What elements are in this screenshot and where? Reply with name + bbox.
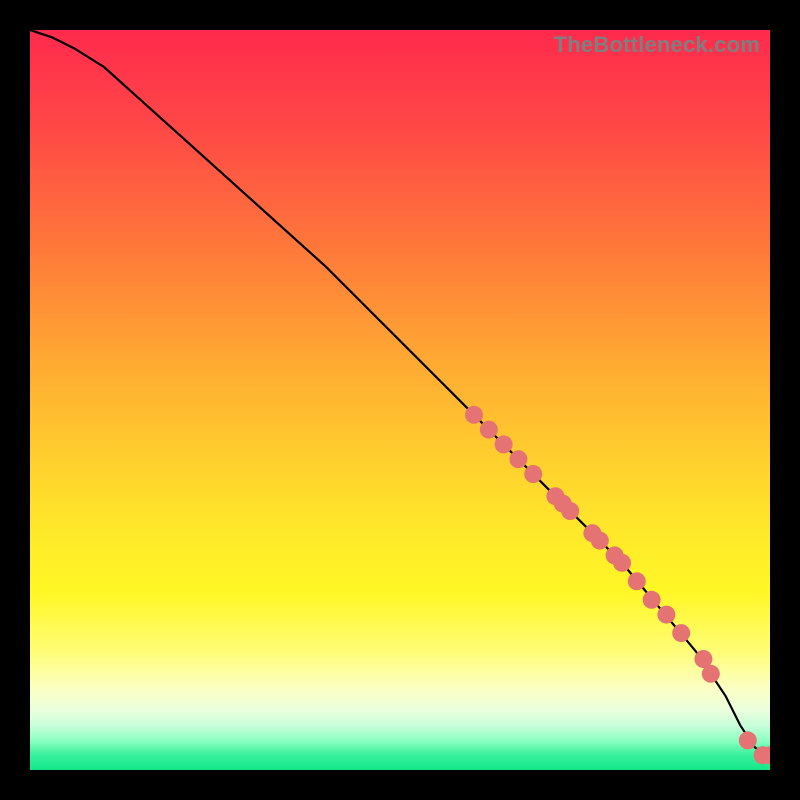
- data-marker: [628, 572, 646, 590]
- curve-layer: [30, 30, 770, 770]
- attribution-label: TheBottleneck.com: [554, 34, 760, 56]
- marker-group: [465, 406, 770, 764]
- data-marker: [465, 406, 483, 424]
- data-marker: [613, 554, 631, 572]
- data-marker: [657, 606, 675, 624]
- plot-area: TheBottleneck.com: [30, 30, 770, 770]
- data-marker: [509, 450, 527, 468]
- data-marker: [561, 502, 579, 520]
- data-marker: [672, 624, 690, 642]
- data-marker: [591, 532, 609, 550]
- performance-curve: [30, 30, 770, 755]
- data-marker: [739, 731, 757, 749]
- chart-stage: TheBottleneck.com: [0, 0, 800, 800]
- data-marker: [643, 591, 661, 609]
- data-marker: [524, 465, 542, 483]
- data-marker: [495, 435, 513, 453]
- data-marker: [480, 421, 498, 439]
- data-marker: [702, 665, 720, 683]
